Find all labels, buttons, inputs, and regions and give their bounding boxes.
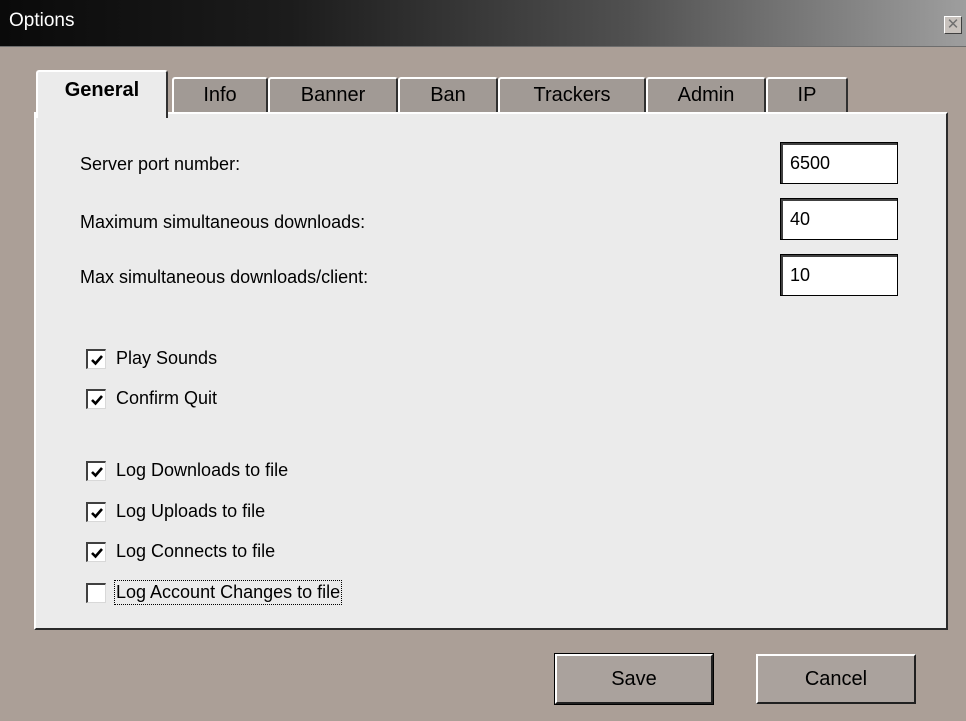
max-downloads-per-client-input[interactable] <box>780 254 898 296</box>
close-icon: ✕ <box>946 16 960 33</box>
save-button[interactable]: Save <box>554 653 714 705</box>
tab-ban[interactable]: Ban <box>398 77 498 115</box>
checkbox-box[interactable] <box>86 349 106 369</box>
checkbox-label: Log Connects to file <box>116 541 276 561</box>
server-port-input[interactable] <box>780 142 898 184</box>
checkmark-icon <box>91 467 103 478</box>
checkmark-icon <box>91 355 103 366</box>
checkbox-box[interactable] <box>86 583 106 603</box>
checkbox-box[interactable] <box>86 542 106 562</box>
checkbox-label: Log Uploads to file <box>116 501 266 521</box>
tab-admin[interactable]: Admin <box>646 77 766 115</box>
window-title: Options <box>9 10 75 31</box>
cancel-button[interactable]: Cancel <box>756 654 916 704</box>
max-downloads-input[interactable] <box>780 198 898 240</box>
tab-trackers[interactable]: Trackers <box>498 77 646 115</box>
tab-general[interactable]: General <box>36 70 168 118</box>
checkbox-label: Log Downloads to file <box>116 460 289 480</box>
checkmark-icon <box>91 508 103 519</box>
checkbox-box[interactable] <box>86 461 106 481</box>
tab-banner[interactable]: Banner <box>268 77 398 115</box>
title-bar[interactable]: Options ✕ <box>0 0 966 47</box>
checkmark-icon <box>91 395 103 406</box>
tab-info[interactable]: Info <box>172 77 268 115</box>
tab-ip[interactable]: IP <box>766 77 848 115</box>
checkmark-icon <box>91 548 103 559</box>
options-dialog: Options ✕ General Info Banner Ban Tracke… <box>0 0 966 721</box>
general-tab-panel: Server port number: Maximum simultaneous… <box>34 112 948 630</box>
checkbox-label: Confirm Quit <box>116 388 218 408</box>
checkbox-box[interactable] <box>86 389 106 409</box>
max-downloads-per-client-label: Max simultaneous downloads/client: <box>80 267 369 287</box>
checkbox-label: Log Account Changes to file <box>113 580 343 605</box>
checkbox-box[interactable] <box>86 502 106 522</box>
close-button[interactable]: ✕ <box>944 16 962 34</box>
checkbox-label: Play Sounds <box>116 348 218 368</box>
server-port-label: Server port number: <box>80 154 241 174</box>
max-downloads-label: Maximum simultaneous downloads: <box>80 212 366 232</box>
